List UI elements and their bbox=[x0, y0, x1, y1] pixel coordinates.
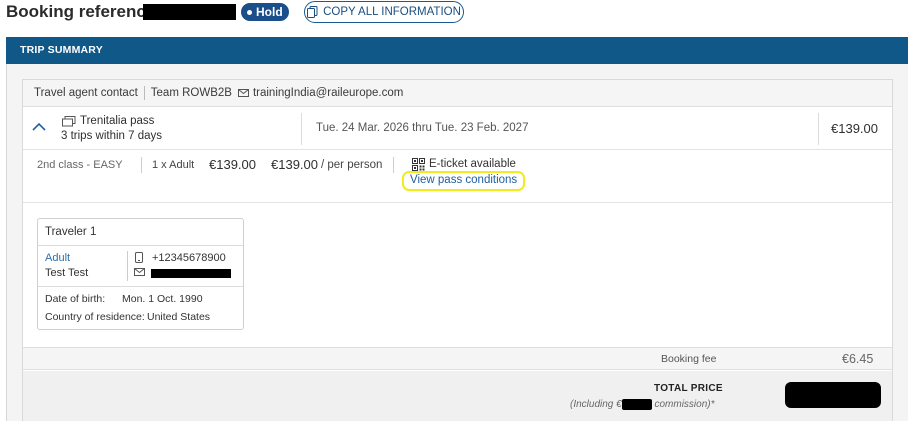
traveler-title: Traveler 1 bbox=[45, 226, 97, 238]
redacted-traveler-email bbox=[151, 269, 231, 278]
pass-dates: Tue. 24 Mar. 2026 thru Tue. 23 Feb. 2027 bbox=[316, 122, 529, 134]
agent-contact-row: Travel agent contact Team ROWB2B trainin… bbox=[23, 80, 892, 107]
envelope-icon bbox=[134, 268, 145, 276]
travel-class: 2nd class - EASY bbox=[37, 159, 123, 171]
booking-fee-value: €6.45 bbox=[842, 352, 874, 366]
commission-note-prefix: (Including € bbox=[570, 399, 622, 411]
divider bbox=[38, 245, 243, 246]
per-person-label: / per person bbox=[321, 159, 383, 171]
redacted-booking-reference bbox=[143, 4, 236, 20]
status-badge: Hold bbox=[241, 3, 289, 21]
qr-code-icon bbox=[412, 158, 425, 171]
booking-fee-row: Booking fee €6.45 bbox=[23, 347, 892, 370]
top-bar: Booking reference: Hold COPY ALL INFORMA… bbox=[0, 0, 908, 28]
total-price-label: TOTAL PRICE bbox=[654, 383, 723, 394]
booking-fee-label: Booking fee bbox=[661, 353, 717, 365]
divider bbox=[38, 286, 243, 287]
traveler-card: Traveler 1 Adult Test Test +12345678900 … bbox=[37, 218, 244, 330]
dob-label: Date of birth: bbox=[45, 293, 106, 305]
divider bbox=[143, 86, 145, 100]
view-pass-conditions-link[interactable]: View pass conditions bbox=[402, 171, 526, 191]
traveler-type: Adult bbox=[45, 252, 71, 264]
booking-reference-label: Booking reference: bbox=[6, 2, 161, 21]
total-price-row: TOTAL PRICE (Including € commission)* bbox=[23, 371, 892, 421]
phone-icon bbox=[135, 252, 143, 263]
pass-ticket-icon bbox=[62, 116, 76, 127]
pass-row: Trenitalia pass 3 trips within 7 days Tu… bbox=[23, 108, 892, 150]
commission-note: (Including € commission)* bbox=[570, 399, 715, 410]
commission-note-suffix: commission)* bbox=[654, 399, 715, 411]
dob-value: Mon. 1 Oct. 1990 bbox=[122, 293, 203, 305]
trip-summary-header: TRIP SUMMARY bbox=[6, 37, 908, 64]
trip-card: Travel agent contact Team ROWB2B trainin… bbox=[22, 79, 893, 421]
agent-email: trainingIndia@raileurope.com bbox=[252, 87, 404, 99]
envelope-icon bbox=[237, 89, 249, 97]
status-badge-label: Hold bbox=[256, 5, 283, 19]
copy-button-label: COPY ALL INFORMATION bbox=[323, 6, 461, 18]
traveler-phone: +12345678900 bbox=[152, 252, 226, 264]
status-dot-icon bbox=[247, 9, 252, 15]
passenger-quantity: 1 x Adult bbox=[152, 159, 195, 171]
pass-subtitle: 3 trips within 7 days bbox=[61, 130, 162, 142]
eticket-available: E-ticket available bbox=[429, 158, 516, 170]
divider bbox=[818, 113, 819, 145]
divider bbox=[393, 157, 394, 173]
agent-team: Team ROWB2B bbox=[150, 87, 232, 99]
unit-price: €139.00 bbox=[209, 157, 256, 172]
pass-detail-row: 2nd class - EASY 1 x Adult €139.00 €139.… bbox=[23, 151, 892, 203]
country-label: Country of residence: bbox=[45, 311, 145, 323]
redacted-commission bbox=[621, 399, 652, 410]
redacted-total-price bbox=[785, 382, 881, 408]
traveler-name: Test Test bbox=[45, 267, 89, 279]
total-per-person-price: €139.00 bbox=[271, 157, 318, 172]
country-value: United States bbox=[147, 311, 211, 323]
copy-all-information-button[interactable]: COPY ALL INFORMATION bbox=[304, 1, 464, 23]
pass-name: Trenitalia pass bbox=[80, 115, 155, 127]
divider bbox=[301, 113, 302, 145]
divider bbox=[127, 251, 128, 281]
divider bbox=[141, 157, 142, 173]
chevron-up-icon[interactable] bbox=[32, 122, 46, 131]
agent-contact-label: Travel agent contact bbox=[34, 87, 138, 99]
pass-price: €139.00 bbox=[831, 121, 878, 136]
copy-icon bbox=[307, 6, 318, 18]
